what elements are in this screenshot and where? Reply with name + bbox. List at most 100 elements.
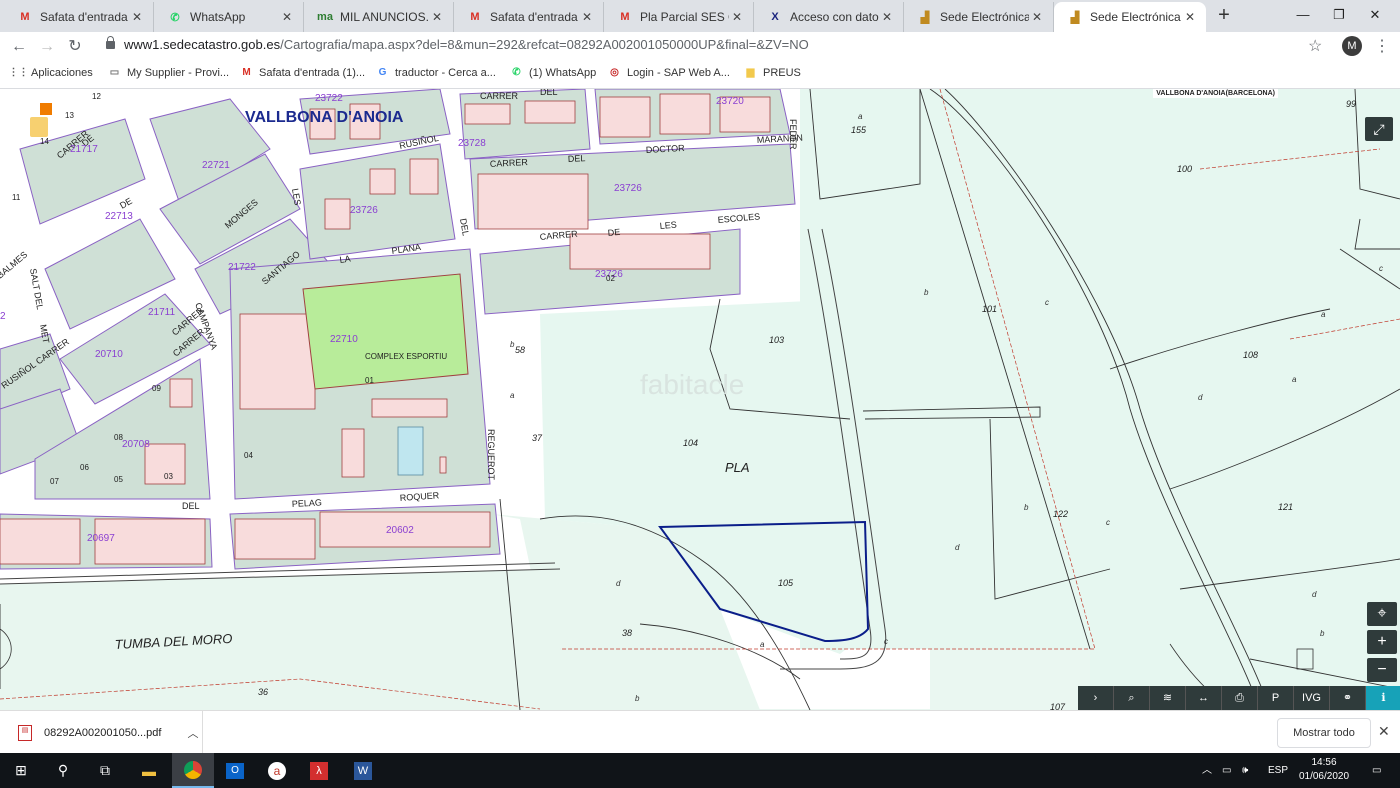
task-view-icon[interactable]: ⧉ — [84, 753, 126, 788]
tab-4[interactable]: M Safata d'entrada - c✕ — [454, 2, 604, 32]
info-icon[interactable]: ℹ — [1366, 686, 1400, 710]
subparcel-label: b — [924, 288, 929, 297]
measure-icon[interactable]: ↔ — [1186, 686, 1222, 710]
page-icon: ▭ — [109, 67, 120, 78]
block-number: 20710 — [95, 349, 123, 360]
tab-title: MIL ANUNCIOS.CO — [340, 10, 429, 24]
binoculars-icon[interactable]: ⚭ — [1330, 686, 1366, 710]
block-number: 20602 — [386, 525, 414, 536]
print-icon[interactable]: ⎙ — [1222, 686, 1258, 710]
language-indicator[interactable]: ESP — [1268, 753, 1288, 788]
close-tab-icon[interactable]: ✕ — [1182, 10, 1198, 24]
chevron-right-icon[interactable]: › — [1078, 686, 1114, 710]
chevron-up-icon[interactable]: ︿ — [187, 725, 198, 741]
show-all-button[interactable]: Mostrar todo — [1277, 718, 1371, 748]
search-icon[interactable]: ⌕ — [1114, 686, 1150, 710]
subparcel-label: d — [1198, 393, 1203, 402]
bookmark-item[interactable]: ▭ My Supplier - Provi... — [108, 66, 229, 79]
downloads-bar: ▤ 08292A002001050...pdf ︿ Mostrar todo ✕ — [0, 710, 1400, 754]
plot-number: 04 — [244, 451, 253, 460]
layers-icon[interactable]: ≋ — [1150, 686, 1186, 710]
parcel-number: 99 — [1346, 99, 1356, 109]
subparcel-label: d — [616, 579, 621, 588]
sap-icon: ◎ — [610, 67, 619, 78]
menu-kebab-icon[interactable]: ⋮ — [1374, 36, 1390, 56]
plot-number: 09 — [152, 384, 161, 393]
back-button[interactable]: ← — [8, 36, 30, 58]
bookmark-label: PREUS — [763, 66, 801, 79]
ivg-icon[interactable]: IVG — [1294, 686, 1330, 710]
apps-icon: ⋮⋮ — [8, 67, 29, 78]
plot-number: 01 — [365, 376, 374, 385]
block-number: 22713 — [105, 211, 133, 222]
subparcel-label: c — [1379, 264, 1383, 273]
tray-chevron-icon[interactable]: ︿ — [1202, 753, 1212, 788]
bookmark-item[interactable]: M Safata d'entrada (1)... — [240, 66, 365, 79]
network-icon[interactable]: ▭ — [1222, 753, 1231, 788]
map-canvas[interactable]: VALLBONA D'ANOIA fabitacle PLA TUMBA DEL… — [0, 89, 1400, 710]
catastro-icon: ▟ — [1070, 11, 1080, 24]
forward-button[interactable]: → — [36, 36, 58, 58]
tab-5[interactable]: M Pla Parcial SES CEIP✕ — [604, 2, 754, 32]
reload-button[interactable]: ↻ — [64, 36, 86, 58]
bookmark-item[interactable]: ✆ (1) WhatsApp — [510, 66, 596, 79]
zoom-out-button[interactable]: − — [1367, 658, 1397, 682]
tab-8[interactable]: ▟ Sede Electrónica de✕ — [1054, 2, 1206, 32]
close-tab-icon[interactable]: ✕ — [429, 10, 445, 24]
bookmark-item[interactable]: ⋮⋮ Aplicaciones — [8, 66, 93, 79]
word-icon[interactable]: W — [342, 753, 384, 788]
tab-7[interactable]: ▟ Sede Electrónica de✕ — [904, 2, 1054, 32]
volume-icon[interactable]: 🕪 — [1242, 753, 1248, 788]
close-tab-icon[interactable]: ✕ — [729, 10, 745, 24]
parcel-icon[interactable]: P — [1258, 686, 1294, 710]
file-explorer-icon[interactable]: ▬ — [128, 753, 170, 788]
block-number: 2 — [0, 311, 6, 322]
bookmarks-bar: ⋮⋮ Aplicaciones ▭ My Supplier - Provi... M Sa… — [0, 60, 1400, 89]
bookmark-star-icon[interactable]: ☆ — [1308, 36, 1322, 56]
close-tab-icon[interactable]: ✕ — [879, 10, 895, 24]
bookmark-item[interactable]: ◎ Login - SAP Web A... — [608, 66, 730, 79]
clock-time: 14:56 — [1311, 757, 1337, 768]
tab-6[interactable]: X Acceso con datos d✕ — [754, 2, 904, 32]
overview-minimap-icon[interactable] — [30, 117, 48, 137]
parcel-number: 108 — [1243, 350, 1258, 360]
close-tab-icon[interactable]: ✕ — [1029, 10, 1045, 24]
street-label: DEL — [540, 89, 558, 97]
locate-icon[interactable]: ⌖ — [1367, 602, 1397, 626]
plot-number: 12 — [92, 92, 101, 101]
block-number: 23728 — [458, 138, 486, 149]
acrobat-icon[interactable]: λ — [298, 753, 340, 788]
fullscreen-icon[interactable]: ⤢ — [1365, 117, 1393, 141]
app-a-icon[interactable]: a — [256, 753, 298, 788]
windows-start-icon[interactable]: ⊞ — [0, 753, 42, 788]
plot-number: 13 — [65, 111, 74, 120]
catastro-icon: ▟ — [920, 11, 930, 24]
chrome-icon[interactable] — [172, 753, 214, 788]
search-icon[interactable]: ⚲ — [42, 753, 84, 788]
tab-3[interactable]: ma MIL ANUNCIOS.CO✕ — [304, 2, 454, 32]
outlook-icon[interactable]: O — [214, 753, 256, 788]
folder-icon: ▆ — [746, 67, 755, 78]
tab-title: Sede Electrónica de — [940, 10, 1029, 24]
place-pla: PLA — [725, 460, 750, 475]
new-tab-button[interactable]: + — [1214, 5, 1234, 25]
close-tab-icon[interactable]: ✕ — [579, 10, 595, 24]
tab-2[interactable]: ✆ WhatsApp ✕ — [154, 2, 304, 32]
google-icon: G — [378, 67, 387, 78]
bookmark-item[interactable]: ▆ PREUS — [744, 66, 801, 79]
close-downloads-icon[interactable]: ✕ — [1378, 723, 1390, 740]
block-number: 22511 — [474, 89, 502, 90]
bookmark-item[interactable]: Gtraductor - Cerca a... — [376, 66, 496, 79]
tab-title: WhatsApp — [190, 10, 246, 24]
close-tab-icon[interactable]: ✕ — [279, 10, 295, 24]
zoom-in-button[interactable]: + — [1367, 630, 1397, 654]
close-tab-icon[interactable]: ✕ — [129, 10, 145, 24]
profile-avatar[interactable]: M — [1342, 36, 1362, 56]
address-bar[interactable]: www1.sedecatastro.gob.es/Cartografia/map… — [124, 37, 809, 52]
clock[interactable]: 14:56 01/06/2020 — [1296, 756, 1352, 784]
cadastral-map[interactable]: VALLBONA D'ANOIA fabitacle PLA TUMBA DEL… — [0, 89, 1400, 710]
close-window-button[interactable]: ✕ — [1352, 0, 1398, 32]
tab-1[interactable]: M Safata d'entrada - c✕ — [4, 2, 154, 32]
notifications-icon[interactable]: ▭ — [1372, 753, 1381, 788]
download-item[interactable]: ▤ 08292A002001050...pdf ︿ — [0, 711, 203, 754]
